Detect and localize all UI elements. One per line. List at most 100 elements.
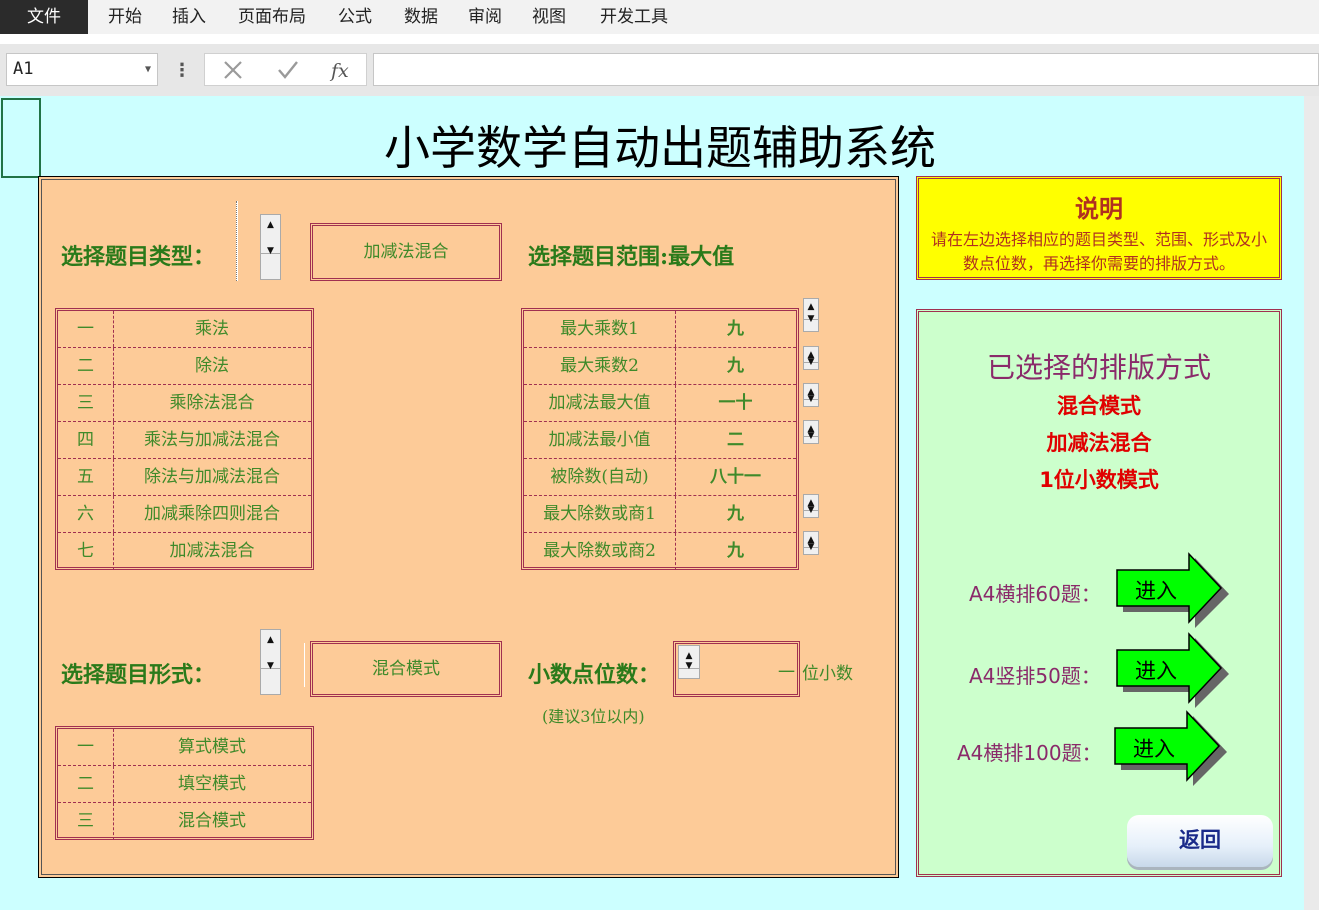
type-table: 一 乘法 二 除法 三 乘除法混合 四 乘法与加减法混合 五 除法与加减法混合 六 加减乘除… xyxy=(55,308,314,570)
layout-label: A4横排60题： xyxy=(969,582,1101,606)
formula-buttons: fx xyxy=(204,53,367,86)
decimal-suffix: 位小数 xyxy=(802,664,853,684)
tab-view[interactable]: 视图 xyxy=(520,0,578,34)
table-row[interactable]: 五 除法与加减法混合 xyxy=(58,459,311,496)
enter-button[interactable]: 进入 xyxy=(1115,552,1231,628)
spinner-down-icon[interactable]: ▼ xyxy=(679,656,699,678)
type-no: 四 xyxy=(58,422,114,458)
table-row[interactable]: 加减法最小值 二 xyxy=(524,422,796,459)
spinner-down-icon[interactable]: ▼ xyxy=(804,354,818,369)
table-row[interactable]: 加减法最大值 一十 xyxy=(524,385,796,422)
table-row[interactable]: 一 乘法 xyxy=(58,311,311,348)
confirm-icon[interactable] xyxy=(278,61,298,79)
type-spinner[interactable]: ▲ ▼ xyxy=(260,214,281,280)
type-name: 加减法混合 xyxy=(169,541,255,561)
range-name: 最大除数或商1 xyxy=(524,496,676,532)
decimal-spinner[interactable]: ▲ ▼ xyxy=(678,645,700,679)
range-value: 八十一 xyxy=(710,467,761,487)
decimal-hint: (建议3位以内) xyxy=(542,707,645,726)
active-cell[interactable] xyxy=(1,98,41,178)
tab-data[interactable]: 数据 xyxy=(392,0,450,34)
form-no: 二 xyxy=(58,766,114,802)
form-spinner[interactable]: ▲ ▼ xyxy=(260,629,281,695)
layout-label: A4竖排50题： xyxy=(969,664,1101,688)
table-row[interactable]: 二 填空模式 xyxy=(58,766,311,803)
spinner-down-icon[interactable]: ▼ xyxy=(804,428,818,443)
table-row[interactable]: 最大除数或商2 九 xyxy=(524,533,796,570)
more-options-icon[interactable]: ⋮ xyxy=(173,60,191,81)
spinner-down-icon[interactable]: ▼ xyxy=(804,311,818,331)
file-tab[interactable]: 文件 xyxy=(0,0,88,34)
spinner-down-icon[interactable]: ▼ xyxy=(804,502,818,517)
decimal-value: 一 xyxy=(778,663,795,683)
range-label: 选择题目范围:最大值 xyxy=(528,244,735,270)
divider xyxy=(236,201,238,281)
range-spinner-1[interactable]: ▲ ▼ xyxy=(803,298,819,332)
tab-insert[interactable]: 插入 xyxy=(160,0,218,34)
type-label: 选择题目类型： xyxy=(61,244,216,270)
formula-input[interactable] xyxy=(373,53,1319,86)
range-table: 最大乘数1 九 最大乘数2 九 加减法最大值 一十 加减法最小值 二 被除数(自动) 八十… xyxy=(521,308,799,570)
back-button[interactable]: 返回 xyxy=(1127,815,1273,867)
table-row[interactable]: 四 乘法与加减法混合 xyxy=(58,422,311,459)
range-spinner-2[interactable]: ▲ ▼ xyxy=(803,346,819,370)
cancel-icon[interactable] xyxy=(224,61,242,79)
type-name: 除法与加减法混合 xyxy=(144,467,280,487)
form-no: 三 xyxy=(58,803,114,840)
table-row[interactable]: 七 加减法混合 xyxy=(58,533,311,570)
spinner-down-icon[interactable]: ▼ xyxy=(804,391,818,406)
layout-label: A4横排100题： xyxy=(957,741,1102,765)
name-box-value: A1 xyxy=(13,59,34,79)
table-row[interactable]: 三 乘除法混合 xyxy=(58,385,311,422)
type-name: 加减乘除四则混合 xyxy=(144,504,280,524)
decimal-box: ▲ ▼ 一 xyxy=(673,641,800,697)
type-name: 乘法与加减法混合 xyxy=(144,430,280,450)
tab-developer[interactable]: 开发工具 xyxy=(590,0,678,34)
form-no: 一 xyxy=(58,729,114,765)
function-icon[interactable]: fx xyxy=(329,60,349,82)
enter-button[interactable]: 进入 xyxy=(1115,632,1231,708)
chevron-down-icon[interactable]: ▼ xyxy=(145,54,151,85)
tab-home[interactable]: 开始 xyxy=(96,0,154,34)
spinner-down-icon[interactable]: ▼ xyxy=(804,539,818,554)
page-title: 小学数学自动出题辅助系统 xyxy=(384,121,936,175)
tab-page-layout[interactable]: 页面布局 xyxy=(228,0,316,34)
vertical-scrollbar[interactable] xyxy=(1304,96,1319,910)
table-row[interactable]: 被除数(自动) 八十一 xyxy=(524,459,796,496)
spinner-down-icon[interactable]: ▼ xyxy=(261,241,280,279)
table-row[interactable]: 一 算式模式 xyxy=(58,729,311,766)
enter-label: 进入 xyxy=(1135,579,1177,603)
table-row[interactable]: 最大除数或商1 九 xyxy=(524,496,796,533)
range-spinner-4[interactable]: ▲ ▼ xyxy=(803,420,819,444)
type-no: 一 xyxy=(58,311,114,347)
enter-button[interactable]: 进入 xyxy=(1113,710,1229,786)
spinner-down-icon[interactable]: ▼ xyxy=(261,656,280,694)
range-name: 最大除数或商2 xyxy=(524,533,676,570)
range-value: 九 xyxy=(727,504,744,524)
layout-panel-title: 已选择的排版方式 xyxy=(986,351,1211,384)
form-table: 一 算式模式 二 填空模式 三 混合模式 xyxy=(55,726,314,840)
enter-label: 进入 xyxy=(1133,737,1175,761)
tab-formulas[interactable]: 公式 xyxy=(326,0,384,34)
table-row[interactable]: 六 加减乘除四则混合 xyxy=(58,496,311,533)
selected-mode: 混合模式 xyxy=(1057,394,1141,418)
range-spinner-3[interactable]: ▲ ▼ xyxy=(803,383,819,407)
table-row[interactable]: 二 除法 xyxy=(58,348,311,385)
range-name: 加减法最小值 xyxy=(524,422,676,458)
decimal-label: 小数点位数： xyxy=(528,662,661,688)
type-no: 七 xyxy=(58,533,114,570)
table-row[interactable]: 最大乘数1 九 xyxy=(524,311,796,348)
range-spinner-6[interactable]: ▲ ▼ xyxy=(803,494,819,518)
divider xyxy=(304,643,305,687)
range-name: 最大乘数1 xyxy=(524,311,676,347)
form-name: 混合模式 xyxy=(178,811,246,831)
name-box[interactable]: A1 ▼ xyxy=(6,53,158,86)
layout-panel: 已选择的排版方式 混合模式 加减法混合 1位小数模式 A4横排60题： 进入 A… xyxy=(916,309,1282,877)
range-value: 九 xyxy=(727,356,744,376)
tab-review[interactable]: 审阅 xyxy=(456,0,514,34)
table-row[interactable]: 三 混合模式 xyxy=(58,803,311,840)
table-row[interactable]: 最大乘数2 九 xyxy=(524,348,796,385)
ribbon: 文件 开始 插入 页面布局 公式 数据 审阅 视图 开发工具 xyxy=(0,0,1319,34)
type-selected-box: 加减法混合 xyxy=(310,223,502,281)
range-spinner-7[interactable]: ▲ ▼ xyxy=(803,531,819,555)
